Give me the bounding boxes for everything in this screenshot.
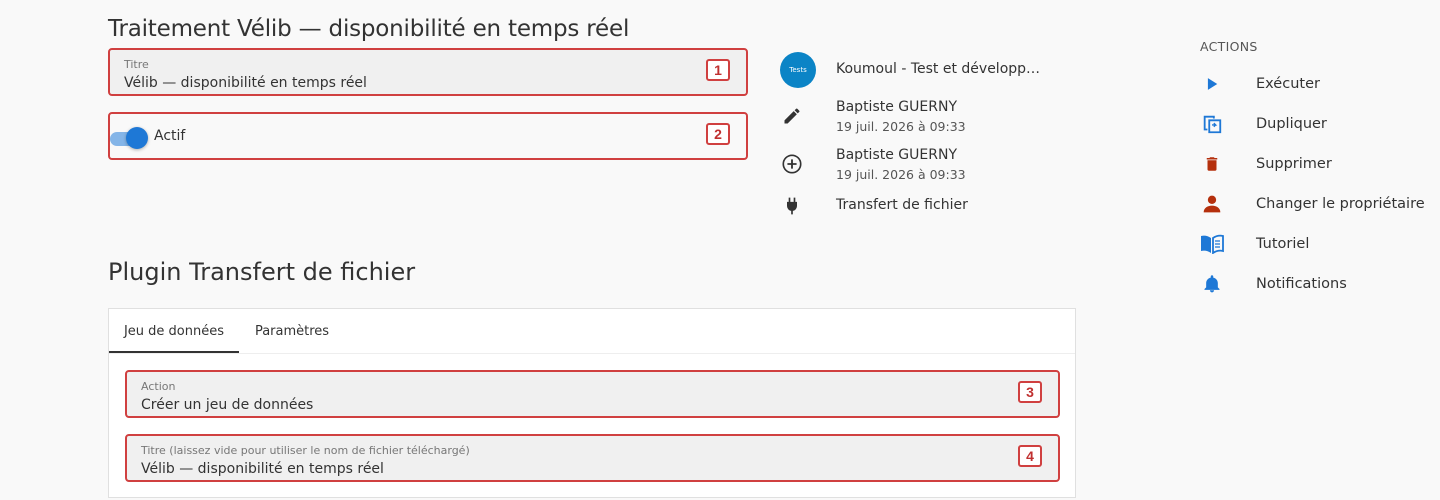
tab-parametres[interactable]: Paramètres <box>239 309 345 353</box>
notifications-button[interactable]: Notifications <box>1198 270 1347 298</box>
bell-icon <box>1198 270 1226 298</box>
organization-name: Koumoul - Test et développ… <box>836 61 1041 77</box>
tab-jeu-de-donnees[interactable]: Jeu de données <box>109 309 239 353</box>
duplicate-label: Dupliquer <box>1256 116 1327 132</box>
tabs-divider <box>109 353 1075 354</box>
annotation-marker-4: 4 <box>1018 445 1042 467</box>
plugin-section-title: Plugin Transfert de fichier <box>108 258 416 286</box>
title-field-label: Titre <box>124 58 149 71</box>
plugin-name: Transfert de fichier <box>836 197 968 213</box>
page-title: Traitement Vélib — disponibilité en temp… <box>108 16 630 42</box>
action-select-value[interactable]: Créer un jeu de données <box>141 397 313 413</box>
change-owner-button[interactable]: Changer le propriétaire <box>1198 190 1425 218</box>
action-select-label: Action <box>141 380 176 393</box>
annotation-marker-1: 1 <box>706 59 730 81</box>
person-icon <box>1198 190 1226 218</box>
dataset-title-field[interactable]: Titre (laissez vide pour utiliser le nom… <box>125 434 1060 482</box>
title-field-value[interactable]: Vélib — disponibilité en temps réel <box>124 75 367 91</box>
organization-avatar-circle: Tests <box>780 52 816 88</box>
plugin-config-panel: Jeu de données Paramètres Action Créer u… <box>108 308 1076 498</box>
dataset-title-label: Titre (laissez vide pour utiliser le nom… <box>141 444 470 457</box>
book-icon <box>1198 230 1226 258</box>
action-select[interactable]: Action Créer un jeu de données 3 <box>125 370 1060 418</box>
toggle-thumb[interactable] <box>126 127 148 149</box>
plus-circle-icon <box>780 152 804 176</box>
delete-label: Supprimer <box>1256 156 1332 172</box>
execute-label: Exécuter <box>1256 76 1320 92</box>
tutorial-button[interactable]: Tutoriel <box>1198 230 1309 258</box>
notifications-label: Notifications <box>1256 276 1347 292</box>
duplicate-icon <box>1198 110 1226 138</box>
active-toggle-label: Actif <box>154 128 186 144</box>
updated-at: 19 juil. 2026 à 09:33 <box>836 119 966 134</box>
annotation-marker-3: 3 <box>1018 381 1042 403</box>
tab-label: Paramètres <box>254 323 330 339</box>
active-toggle-row[interactable]: Actif 2 <box>108 112 748 160</box>
change-owner-label: Changer le propriétaire <box>1256 196 1425 212</box>
annotation-marker-2: 2 <box>706 123 730 145</box>
pencil-icon <box>780 104 804 128</box>
execute-button[interactable]: Exécuter <box>1198 70 1320 98</box>
dataset-title-value[interactable]: Vélib — disponibilité en temps réel <box>141 461 384 477</box>
tutorial-label: Tutoriel <box>1256 236 1310 252</box>
plug-icon <box>780 194 804 218</box>
tab-label: Jeu de données <box>123 323 225 339</box>
play-icon <box>1198 70 1226 98</box>
created-by: Baptiste GUERNY <box>836 147 957 163</box>
updated-by: Baptiste GUERNY <box>836 99 957 115</box>
trash-icon <box>1198 150 1226 178</box>
created-at: 19 juil. 2026 à 09:33 <box>836 167 966 182</box>
delete-button[interactable]: Supprimer <box>1198 150 1332 178</box>
title-field[interactable]: Titre Vélib — disponibilité en temps rée… <box>108 48 748 96</box>
organization-avatar: Tests <box>780 52 816 88</box>
actions-header: ACTIONS <box>1200 39 1258 54</box>
duplicate-button[interactable]: Dupliquer <box>1198 110 1327 138</box>
